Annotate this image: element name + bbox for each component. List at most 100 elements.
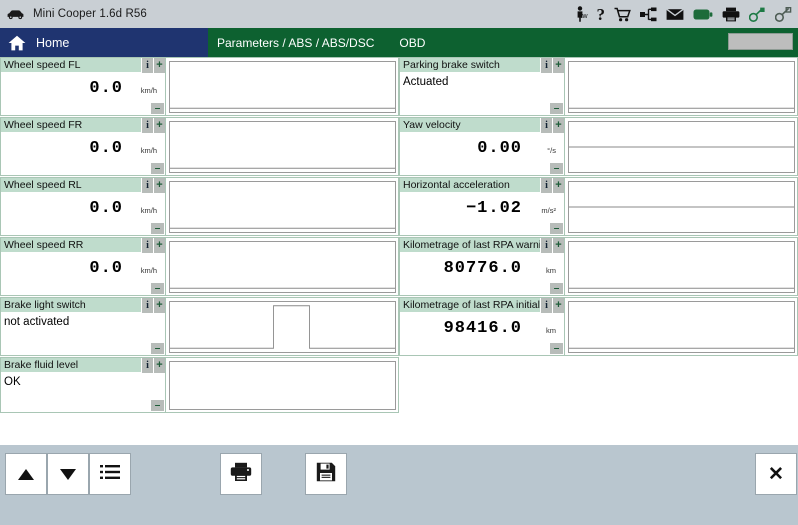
- parameter-info-button[interactable]: i: [540, 297, 552, 313]
- graph-plot-area: [169, 361, 396, 410]
- scroll-down-button[interactable]: [47, 453, 89, 495]
- parameter-remove-button[interactable]: –: [550, 163, 563, 174]
- parameter-column-left: Wheel speed FL i +0.0 km/h – Wheel speed FR i +…: [0, 57, 399, 414]
- right-graph-panel[interactable]: [565, 57, 798, 116]
- parameter-add-button[interactable]: +: [552, 117, 564, 133]
- left-parameter-box: Brake light switch i + not activated –: [0, 297, 166, 356]
- parameter-info-button[interactable]: i: [141, 237, 153, 253]
- help-question-icon[interactable]: ?: [597, 6, 606, 23]
- print-button[interactable]: [220, 453, 262, 495]
- parameter-value: 80776.0: [443, 259, 522, 278]
- titlebar-icon-group: tw ?: [576, 6, 793, 23]
- right-parameter-box: Yaw velocity i +0.00 °/s –: [399, 117, 565, 176]
- left-parameter-box: Wheel speed FR i +0.0 km/h –: [0, 117, 166, 176]
- parameter-remove-button[interactable]: –: [151, 103, 164, 114]
- parameter-remove-button[interactable]: –: [151, 343, 164, 354]
- parameter-remove-button[interactable]: –: [151, 163, 164, 174]
- parameter-value: 0.0: [89, 79, 123, 98]
- parameter-info-button[interactable]: i: [540, 57, 552, 73]
- parameter-unit: km/h: [140, 266, 157, 275]
- breadcrumb[interactable]: Parameters / ABS / ABS/DSC: [217, 36, 374, 50]
- parameter-add-button[interactable]: +: [153, 237, 165, 253]
- parameter-add-button[interactable]: +: [153, 177, 165, 193]
- scroll-up-button[interactable]: [5, 453, 47, 495]
- left-graph-panel[interactable]: [166, 117, 399, 176]
- parameter-header: Horizontal acceleration i +: [400, 177, 564, 193]
- save-button[interactable]: [305, 453, 347, 495]
- parameter-remove-button[interactable]: –: [550, 223, 563, 234]
- parameter-remove-button[interactable]: –: [151, 400, 164, 411]
- right-parameter-box: Horizontal acceleration i + −1.02 m/s² –: [399, 177, 565, 236]
- car-icon: [6, 8, 25, 21]
- parameter-info-button[interactable]: i: [540, 177, 552, 193]
- parameter-row: Wheel speed RL i +0.0 km/h –: [0, 177, 399, 237]
- parameter-value: OK: [4, 376, 21, 388]
- parameter-row: Wheel speed FR i +0.0 km/h –: [0, 117, 399, 177]
- parameter-body: 0.0 km/h –: [1, 73, 165, 115]
- left-parameter-box: Wheel speed RR i +0.0 km/h –: [0, 237, 166, 296]
- parameter-header: Wheel speed RR i +: [1, 237, 165, 253]
- parameter-remove-button[interactable]: –: [151, 223, 164, 234]
- parameter-info-button[interactable]: i: [540, 237, 552, 253]
- parameter-label: Wheel speed FL: [4, 58, 81, 71]
- parameter-info-button[interactable]: i: [540, 117, 552, 133]
- graph-plot-area: [169, 301, 396, 353]
- left-graph-panel[interactable]: [166, 297, 399, 356]
- network-tree-icon[interactable]: [640, 7, 657, 22]
- parameter-remove-button[interactable]: –: [151, 283, 164, 294]
- parameter-grid: Wheel speed FL i +0.0 km/h – Wheel speed FR i +…: [0, 57, 798, 445]
- printer-icon: [230, 462, 252, 487]
- parameter-row: Horizontal acceleration i + −1.02 m/s² –: [399, 177, 798, 237]
- right-graph-panel[interactable]: [565, 177, 798, 236]
- parameter-add-button[interactable]: +: [153, 357, 165, 373]
- parameter-add-button[interactable]: +: [552, 237, 564, 253]
- parameter-unit: km/h: [140, 206, 157, 215]
- home-button[interactable]: Home: [0, 28, 208, 57]
- left-graph-panel[interactable]: [166, 57, 399, 116]
- parameter-header: Brake light switch i +: [1, 297, 165, 313]
- shopping-cart-icon[interactable]: [614, 7, 631, 22]
- person-tw-label: tw: [580, 13, 588, 20]
- battery-icon[interactable]: [693, 8, 713, 21]
- right-graph-panel[interactable]: [565, 117, 798, 176]
- parameter-value: 0.00: [477, 139, 522, 158]
- parameter-add-button[interactable]: +: [153, 57, 165, 73]
- parameter-add-button[interactable]: +: [153, 297, 165, 313]
- parameter-value: 98416.0: [443, 319, 522, 338]
- parameter-info-button[interactable]: i: [141, 57, 153, 73]
- graph-plot-area: [568, 241, 795, 293]
- home-icon: [8, 35, 26, 51]
- parameter-unit: km: [546, 266, 556, 275]
- connector-gray-icon[interactable]: [775, 6, 792, 22]
- right-graph-panel[interactable]: [565, 237, 798, 296]
- left-graph-panel[interactable]: [166, 357, 399, 413]
- parameter-body: −1.02 m/s² –: [400, 193, 564, 235]
- parameter-info-button[interactable]: i: [141, 177, 153, 193]
- close-button[interactable]: ✕: [755, 453, 797, 495]
- parameter-header: Yaw velocity i +: [400, 117, 564, 133]
- mail-envelope-icon[interactable]: [666, 8, 684, 21]
- left-graph-panel[interactable]: [166, 177, 399, 236]
- parameter-add-button[interactable]: +: [153, 117, 165, 133]
- parameter-add-button[interactable]: +: [552, 177, 564, 193]
- left-graph-panel[interactable]: [166, 237, 399, 296]
- person-tw-icon[interactable]: tw: [576, 6, 588, 22]
- parameter-remove-button[interactable]: –: [550, 343, 563, 354]
- parameter-value: 0.0: [89, 199, 123, 218]
- parameter-body: Actuated –: [400, 73, 564, 115]
- graph-plot-area: [568, 121, 795, 173]
- parameter-add-button[interactable]: +: [552, 57, 564, 73]
- parameter-info-button[interactable]: i: [141, 117, 153, 133]
- parameter-column-right: Parking brake switch i + Actuated – Yaw veloc…: [399, 57, 798, 357]
- list-view-button[interactable]: [89, 453, 131, 495]
- parameter-value: −1.02: [465, 199, 522, 218]
- printer-icon[interactable]: [722, 7, 740, 22]
- parameter-header: Wheel speed FR i +: [1, 117, 165, 133]
- parameter-info-button[interactable]: i: [141, 297, 153, 313]
- parameter-remove-button[interactable]: –: [550, 103, 563, 114]
- connector-green-icon[interactable]: [749, 7, 766, 22]
- parameter-info-button[interactable]: i: [141, 357, 153, 373]
- right-graph-panel[interactable]: [565, 297, 798, 356]
- parameter-add-button[interactable]: +: [552, 297, 564, 313]
- parameter-remove-button[interactable]: –: [550, 283, 563, 294]
